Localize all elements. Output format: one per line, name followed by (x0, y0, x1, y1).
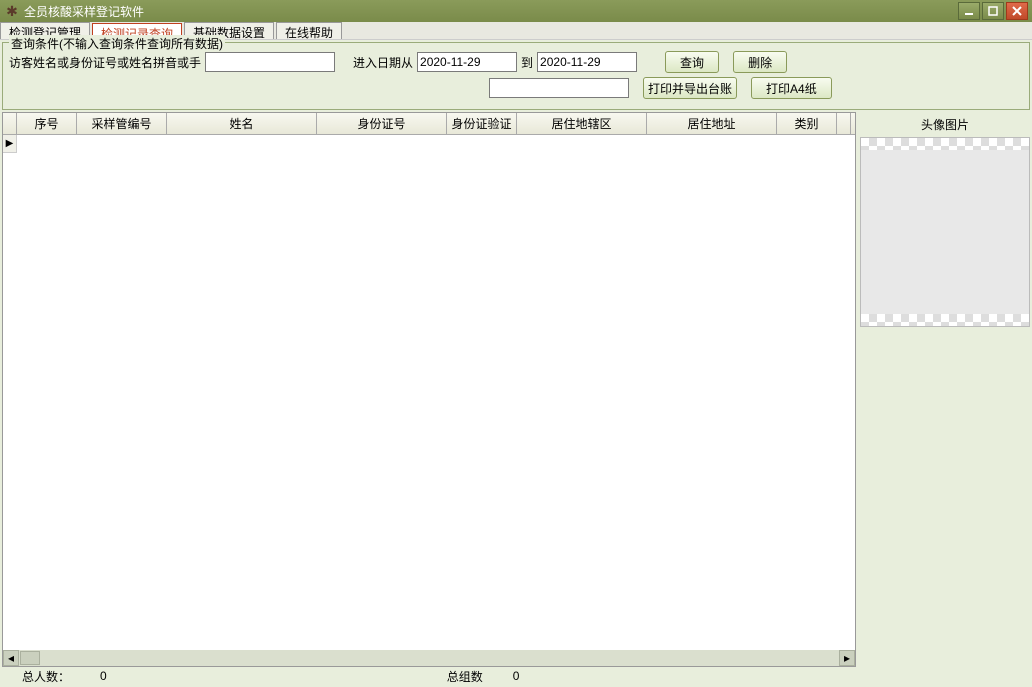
grid-col-7[interactable]: 居住地址 (647, 113, 777, 134)
minimize-button[interactable] (958, 2, 980, 20)
status-bar: 总人数： 0 总组数 0 (2, 667, 1030, 685)
grid-header: 序号采样管编号姓名身份证号身份证验证居住地辖区居住地址类别 (3, 113, 855, 135)
grid-col-9[interactable] (837, 113, 851, 134)
maximize-button[interactable] (982, 2, 1004, 20)
grid-col-2[interactable]: 采样管编号 (77, 113, 167, 134)
menu-tab-3[interactable]: 在线帮助 (276, 22, 342, 39)
grid-col-1[interactable]: 序号 (17, 113, 77, 134)
date-to-input[interactable] (537, 52, 637, 72)
grid-col-3[interactable]: 姓名 (167, 113, 317, 134)
query-legend: 查询条件(不输入查询条件查询所有数据) (9, 35, 225, 52)
total-group-value: 0 (503, 669, 580, 683)
close-button[interactable] (1006, 2, 1028, 20)
grid-col-8[interactable]: 类别 (777, 113, 837, 134)
query-fieldset: 查询条件(不输入查询条件查询所有数据) 访客姓名或身份证号或姓名拼音或手 进入日… (2, 42, 1030, 110)
query-button[interactable]: 查询 (665, 51, 719, 73)
grid-col-5[interactable]: 身份证验证 (447, 113, 517, 134)
app-icon: ✱ (4, 3, 20, 19)
data-grid[interactable]: 序号采样管编号姓名身份证号身份证验证居住地辖区居住地址类别 ▶ ◂ ▸ (2, 112, 856, 667)
total-people-label: 总人数： (2, 668, 90, 685)
row-marker-icon: ▶ (3, 135, 17, 153)
export-button[interactable]: 打印并导出台账 (643, 77, 737, 99)
delete-button[interactable]: 删除 (733, 51, 787, 73)
grid-col-6[interactable]: 居住地辖区 (517, 113, 647, 134)
scroll-right-icon[interactable]: ▸ (839, 650, 855, 666)
date-from-label: 进入日期从 (353, 54, 413, 71)
grid-scrollbar[interactable]: ◂ ▸ (3, 650, 855, 666)
extra-input[interactable] (489, 78, 629, 98)
date-to-label: 到 (521, 54, 533, 71)
grid-col-4[interactable]: 身份证号 (317, 113, 447, 134)
avatar-panel: 头像图片 (860, 112, 1030, 667)
date-from-input[interactable] (417, 52, 517, 72)
grid-col-0[interactable] (3, 113, 17, 134)
total-group-label: 总组数 (427, 668, 503, 685)
title-bar: ✱ 全员核酸采样登记软件 (0, 0, 1032, 22)
print-a4-button[interactable]: 打印A4纸 (751, 77, 832, 99)
work-area: 查询条件(不输入查询条件查询所有数据) 访客姓名或身份证号或姓名拼音或手 进入日… (0, 40, 1032, 687)
avatar-title: 头像图片 (860, 112, 1030, 137)
name-input[interactable] (205, 52, 335, 72)
total-people-value: 0 (90, 669, 167, 683)
grid-body[interactable]: ▶ (3, 135, 855, 650)
scroll-left-icon[interactable]: ◂ (3, 650, 19, 666)
avatar-image (860, 137, 1030, 327)
scroll-thumb[interactable] (20, 651, 40, 665)
window-title: 全员核酸采样登记软件 (24, 3, 956, 20)
name-label: 访客姓名或身份证号或姓名拼音或手 (9, 54, 201, 71)
